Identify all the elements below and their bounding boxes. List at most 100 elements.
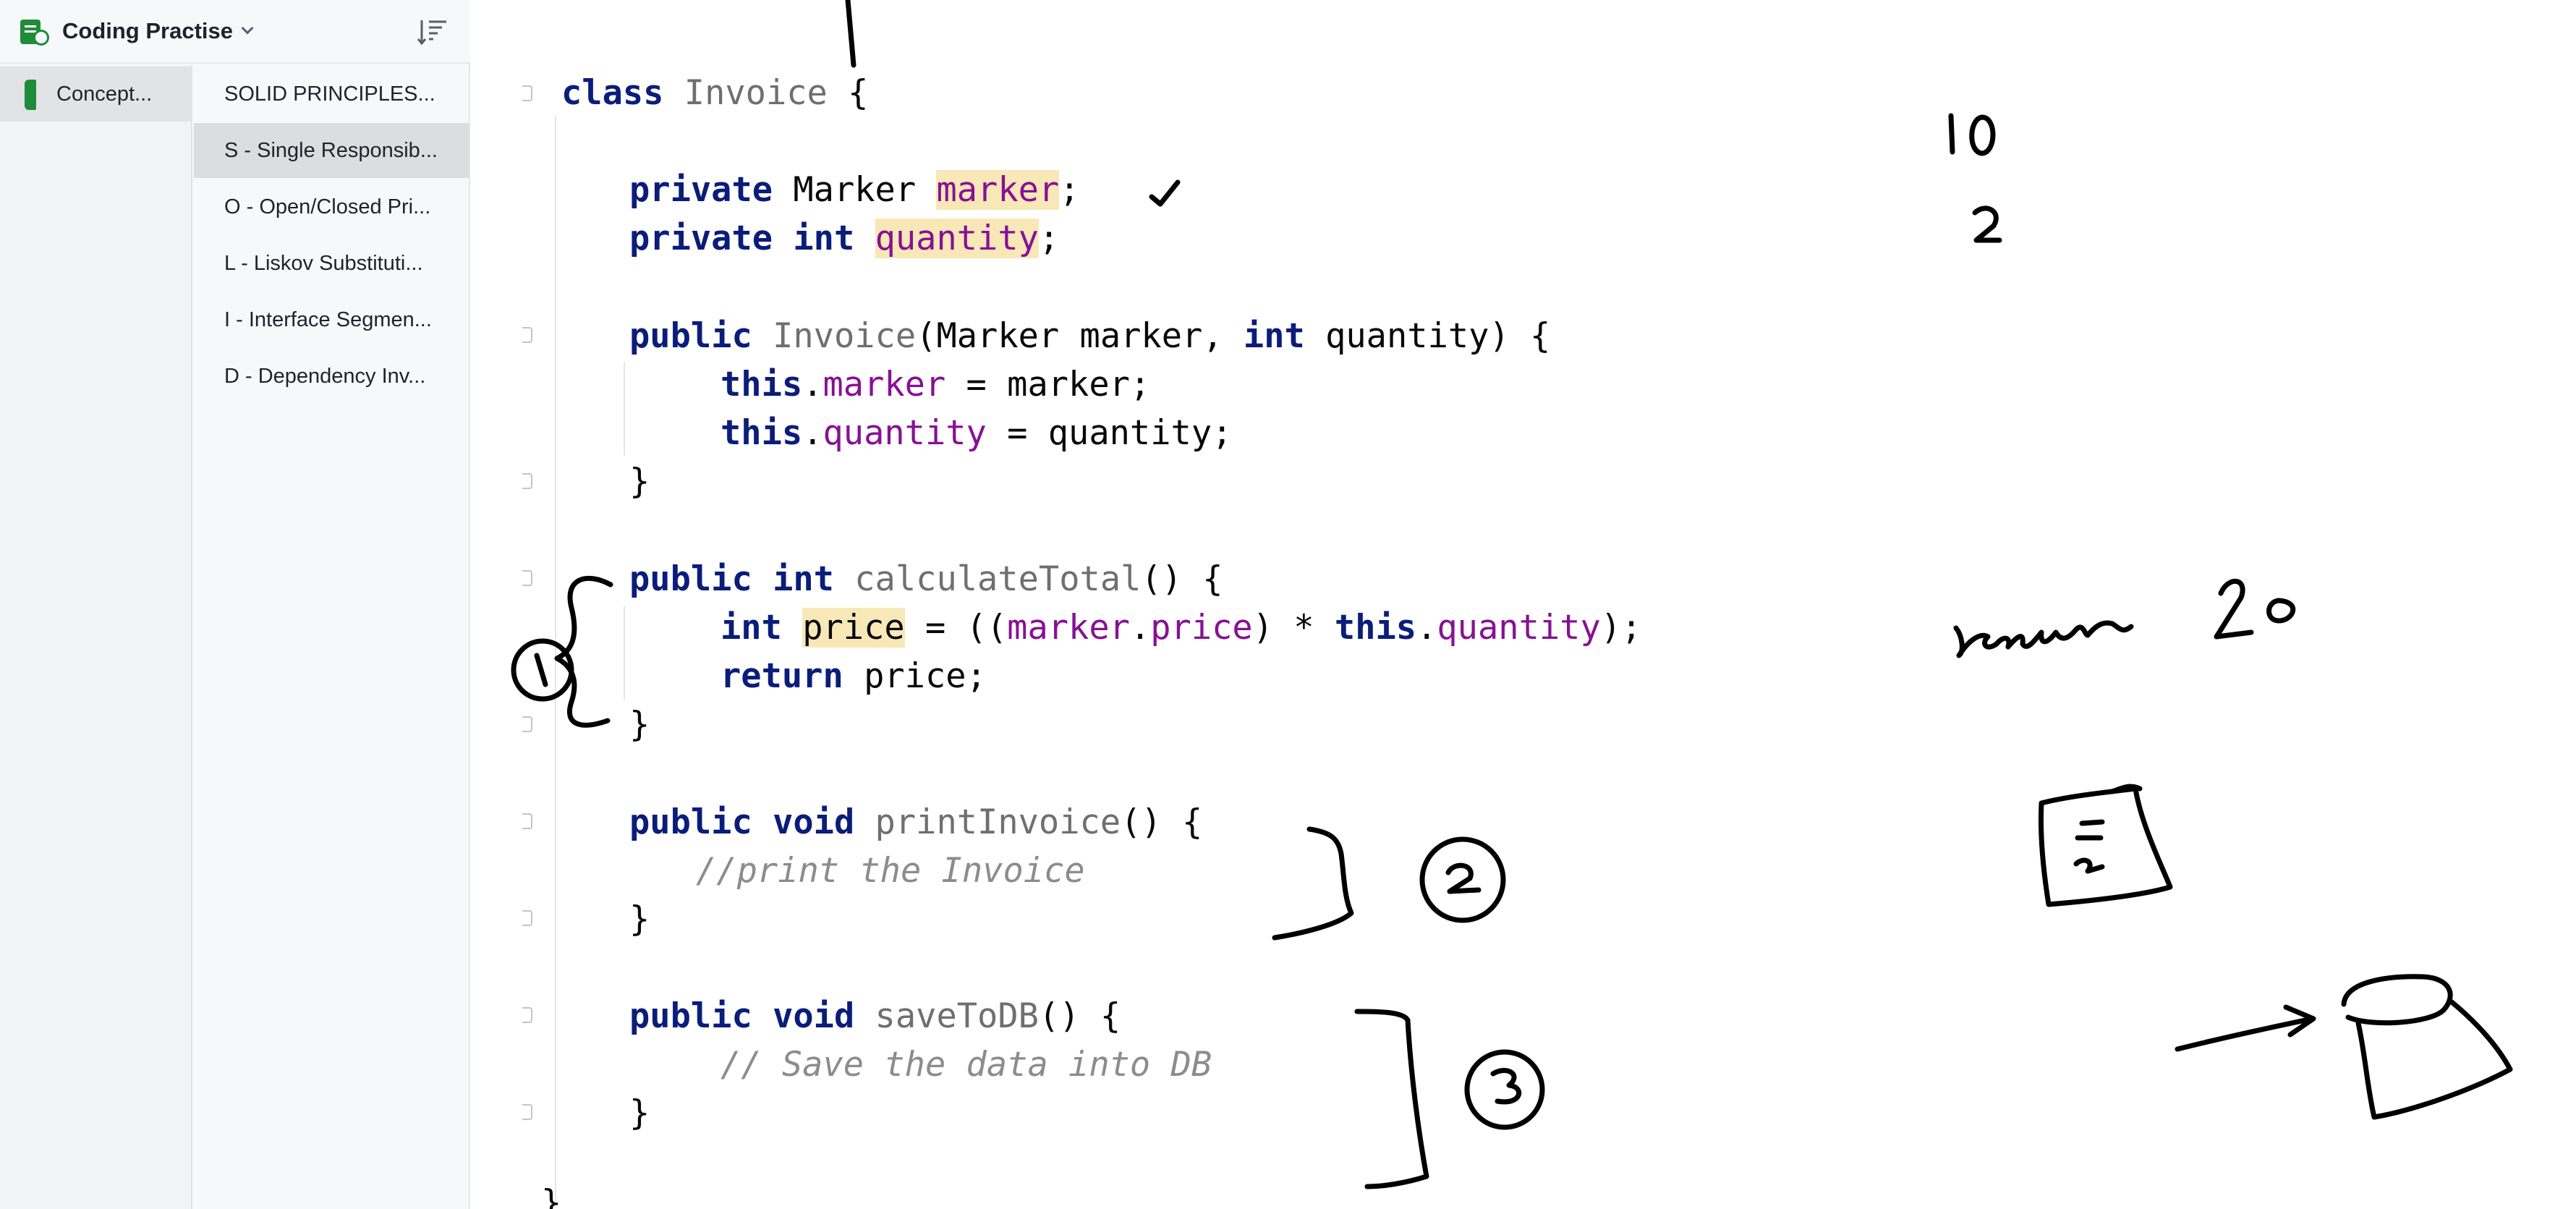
code-text: .: [802, 413, 823, 453]
method-name: calculateTotal: [833, 559, 1142, 599]
section-item-concepts[interactable]: Concept...: [0, 67, 191, 122]
fold-marker-icon[interactable]: [522, 570, 532, 586]
indent-guide: [624, 362, 625, 456]
code-line[interactable]: private int quantity;: [629, 215, 1059, 263]
code-text: = quantity;: [986, 413, 1233, 453]
indent-guide: [624, 606, 625, 700]
code-text: Marker: [773, 170, 937, 210]
section-list: Concept...: [0, 65, 192, 1209]
page-item-label: O - Open/Closed Pri...: [224, 195, 431, 219]
code-text: (Marker marker,: [916, 316, 1244, 356]
code-text: ) *: [1252, 608, 1335, 648]
page-list: SOLID PRINCIPLES... S - Single Responsib…: [194, 65, 469, 1209]
page-item-label: I - Interface Segmen...: [224, 307, 432, 331]
workspace-sync-icon: [19, 17, 49, 46]
project-sidebar: Coding Practise Concept... SOLID PRINCIP…: [0, 0, 470, 1209]
page-item-label: S - Single Responsib...: [224, 138, 438, 162]
section-color-tab: [25, 80, 36, 110]
page-item-dependency-inversion[interactable]: D - Dependency Inv...: [194, 349, 469, 404]
code-line[interactable]: }: [629, 1090, 650, 1137]
code-comment: //print the Invoice: [696, 851, 1085, 891]
field-name: marker: [822, 365, 946, 404]
keyword: this: [1334, 608, 1417, 648]
field-name: marker: [936, 170, 1060, 210]
code-line[interactable]: }: [629, 458, 650, 506]
class-name: Invoice: [684, 73, 828, 113]
field-name: quantity: [822, 413, 987, 453]
code-line[interactable]: int price = ((marker.price) * this.quant…: [720, 604, 1641, 652]
code-line[interactable]: private Marker marker;: [629, 166, 1080, 214]
field-name: quantity: [1437, 608, 1601, 648]
page-item-open-closed[interactable]: O - Open/Closed Pri...: [194, 179, 469, 234]
keyword: private: [629, 219, 773, 258]
code-text: .: [1129, 608, 1151, 648]
code-text: () {: [1038, 996, 1121, 1036]
field-name: marker: [1007, 608, 1130, 648]
method-name: printInvoice: [854, 802, 1121, 842]
method-name: saveToDB: [854, 996, 1039, 1036]
keyword: public int: [629, 559, 834, 599]
keyword: int: [773, 219, 875, 258]
page-item-single-responsibility[interactable]: S - Single Responsib...: [194, 123, 469, 178]
field-name: price: [1150, 608, 1253, 648]
keyword: int: [1243, 316, 1305, 356]
code-line[interactable]: this.marker = marker;: [720, 361, 1150, 409]
code-line[interactable]: public void saveToDB() {: [629, 993, 1121, 1040]
keyword: this: [720, 365, 803, 404]
field-name: quantity: [875, 219, 1039, 258]
page-item-interface-segregation[interactable]: I - Interface Segmen...: [194, 292, 469, 347]
code-text: .: [1416, 608, 1437, 648]
code-line[interactable]: }: [629, 701, 650, 749]
workspace-title[interactable]: Coding Practise: [62, 18, 233, 44]
sidebar-header: Coding Practise: [0, 0, 470, 64]
code-line[interactable]: public Invoice(Marker marker, int quanti…: [629, 313, 1550, 360]
chevron-down-icon[interactable]: [241, 22, 254, 35]
variable-name: price: [802, 608, 905, 648]
code-text: quantity) {: [1304, 316, 1551, 356]
section-item-label: Concept...: [56, 82, 153, 106]
method-name: Invoice: [752, 316, 917, 356]
page-item-label: SOLID PRINCIPLES...: [224, 82, 435, 106]
code-text: {: [827, 73, 869, 113]
keyword: class: [561, 73, 664, 113]
code-line[interactable]: //print the Invoice: [696, 847, 1085, 895]
page-item-solid-principles[interactable]: SOLID PRINCIPLES...: [194, 67, 469, 122]
fold-marker-icon[interactable]: [522, 327, 532, 343]
keyword: int: [720, 608, 782, 648]
code-text: .: [802, 365, 823, 404]
code-text: price;: [843, 656, 987, 696]
keyword: public: [629, 316, 752, 356]
code-line[interactable]: class Invoice {: [561, 69, 868, 117]
fold-marker-icon[interactable]: [522, 813, 532, 829]
fold-marker-icon[interactable]: [522, 1104, 532, 1120]
code-text: = marker;: [945, 365, 1151, 404]
sort-icon[interactable]: [417, 17, 449, 46]
keyword: public void: [629, 996, 855, 1036]
code-line[interactable]: public int calculateTotal() {: [629, 556, 1223, 603]
fold-marker-icon[interactable]: [522, 85, 532, 101]
code-line[interactable]: return price;: [720, 653, 987, 700]
keyword: public void: [629, 802, 855, 842]
code-editor[interactable]: class Invoice { private Marker marker; p…: [472, 0, 2576, 1209]
code-line[interactable]: // Save the data into DB: [720, 1041, 1212, 1089]
fold-marker-icon[interactable]: [522, 910, 532, 926]
code-text: () {: [1141, 559, 1223, 599]
fold-marker-icon[interactable]: [522, 1007, 532, 1023]
code-text: );: [1600, 608, 1642, 648]
code-text: }: [629, 462, 650, 501]
code-text: }: [629, 899, 650, 939]
keyword: this: [720, 413, 803, 453]
code-line[interactable]: public void printInvoice() {: [629, 799, 1202, 847]
indent-guide: [555, 116, 556, 1201]
keyword: return: [720, 656, 843, 696]
code-line[interactable]: this.quantity = quantity;: [720, 410, 1232, 457]
fold-marker-icon[interactable]: [522, 716, 532, 732]
code-line[interactable]: }: [541, 1179, 561, 1209]
fold-marker-icon[interactable]: [522, 473, 532, 489]
code-line[interactable]: }: [629, 896, 650, 943]
code-text: = ((: [904, 608, 1008, 648]
page-item-liskov[interactable]: L - Liskov Substituti...: [194, 236, 469, 291]
keyword: private: [629, 170, 773, 210]
page-item-label: L - Liskov Substituti...: [224, 251, 423, 275]
